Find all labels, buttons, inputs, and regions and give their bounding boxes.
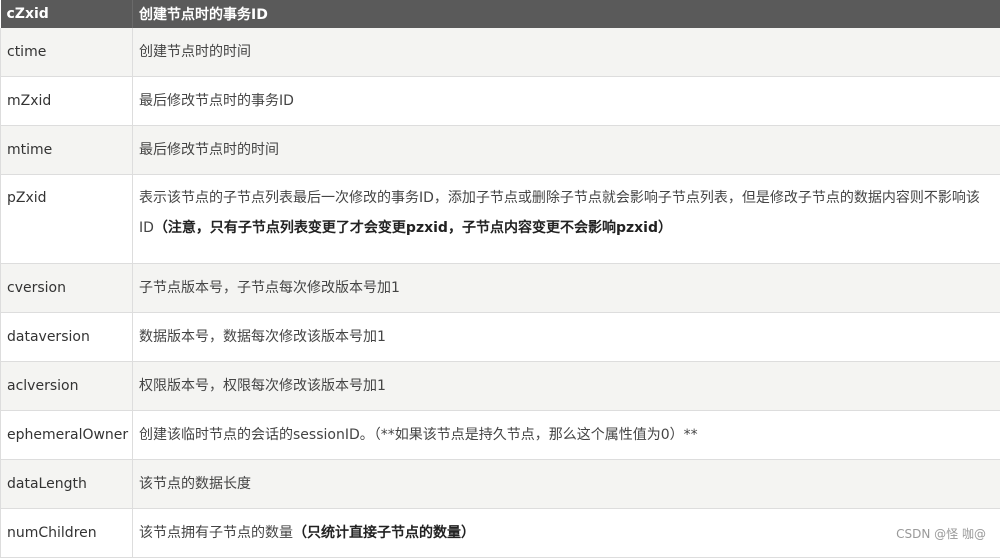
table-row: pZxid 表示该节点的子节点列表最后一次修改的事务ID，添加子节点或删除子节点… (1, 175, 1000, 264)
row-desc: 最后修改节点时的事务ID (133, 77, 1000, 126)
row-desc-text: 权限版本号，权限每次修改该版本号加1 (139, 378, 386, 394)
row-desc-text: 数据版本号，数据每次修改该版本号加1 (139, 329, 386, 345)
row-desc-text: 子节点版本号，子节点每次修改版本号加1 (139, 280, 400, 296)
row-desc: 表示该节点的子节点列表最后一次修改的事务ID，添加子节点或删除子节点就会影响子节… (133, 175, 1000, 264)
row-desc-text: 创建该临时节点的会话的sessionID。 (139, 427, 374, 443)
row-name: ephemeralOwner (1, 411, 133, 460)
row-name: dataversion (1, 313, 133, 362)
table-row: ctime 创建节点时的时间 (1, 28, 1000, 77)
row-desc: 最后修改节点时的时间 (133, 126, 1000, 175)
row-desc: 权限版本号，权限每次修改该版本号加1 (133, 362, 1000, 411)
table-row: mZxid 最后修改节点时的事务ID (1, 77, 1000, 126)
table-row: dataLength 该节点的数据长度 (1, 460, 1000, 509)
row-desc-text: 该节点拥有子节点的数量 (139, 525, 293, 541)
row-desc: 创建节点时的时间 (133, 28, 1000, 77)
table-row: ephemeralOwner 创建该临时节点的会话的sessionID。（**如… (1, 411, 1000, 460)
row-name: mZxid (1, 77, 133, 126)
row-desc-note: （只统计直接子节点的数量） (293, 525, 475, 541)
row-desc: 子节点版本号，子节点每次修改版本号加1 (133, 264, 1000, 313)
watermark: CSDN @怪 咖@ (896, 525, 986, 542)
row-name: mtime (1, 126, 133, 175)
row-name: ctime (1, 28, 133, 77)
row-desc-text: 最后修改节点时的事务ID (139, 93, 294, 109)
table-row: dataversion 数据版本号，数据每次修改该版本号加1 (1, 313, 1000, 362)
row-desc: 该节点拥有子节点的数量（只统计直接子节点的数量） (133, 509, 1000, 558)
row-desc-text: 最后修改节点时的时间 (139, 142, 279, 158)
table-header-row: cZxid 创建节点时的事务ID (1, 0, 1000, 28)
row-desc-note: （注意，只有子节点列表变更了才会变更pzxid，子节点内容变更不会影响pzxid… (154, 220, 672, 236)
table-row: numChildren 该节点拥有子节点的数量（只统计直接子节点的数量） (1, 509, 1000, 558)
table-row: mtime 最后修改节点时的时间 (1, 126, 1000, 175)
header-col-desc: 创建节点时的事务ID (133, 0, 1000, 28)
row-name: aclversion (1, 362, 133, 411)
row-desc-text: 创建节点时的时间 (139, 44, 251, 60)
row-desc-note: （**如果该节点是持久节点，那么这个属性值为0）** (374, 427, 698, 443)
properties-table: cZxid 创建节点时的事务ID ctime 创建节点时的时间 mZxid 最后… (0, 0, 1000, 558)
row-name: numChildren (1, 509, 133, 558)
row-desc: 该节点的数据长度 (133, 460, 1000, 509)
table-row: aclversion 权限版本号，权限每次修改该版本号加1 (1, 362, 1000, 411)
header-col-name: cZxid (1, 0, 133, 28)
row-desc: 数据版本号，数据每次修改该版本号加1 (133, 313, 1000, 362)
table-row: cversion 子节点版本号，子节点每次修改版本号加1 (1, 264, 1000, 313)
row-desc: 创建该临时节点的会话的sessionID。（**如果该节点是持久节点，那么这个属… (133, 411, 1000, 460)
row-name: dataLength (1, 460, 133, 509)
row-name: cversion (1, 264, 133, 313)
row-desc-text: 该节点的数据长度 (139, 476, 251, 492)
row-name: pZxid (1, 175, 133, 264)
